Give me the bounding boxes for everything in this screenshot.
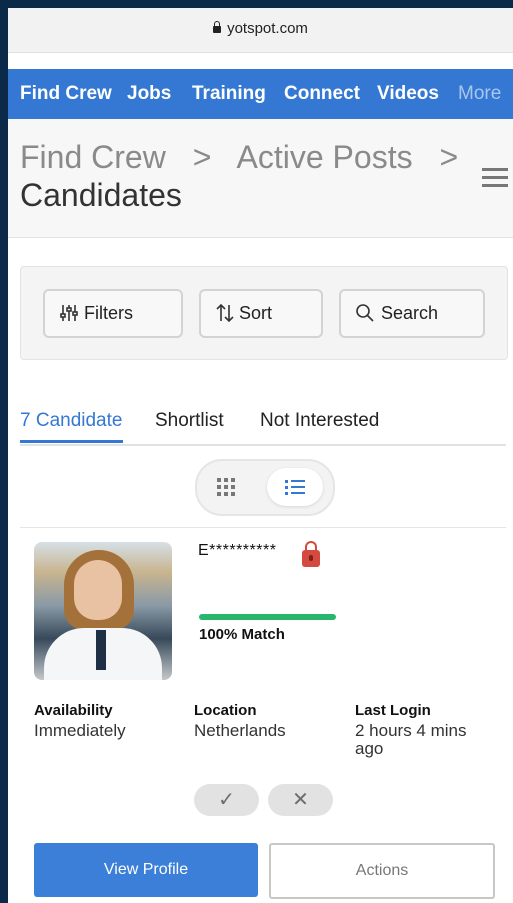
location-value: Netherlands (194, 721, 286, 740)
browser-address-bar[interactable]: yotspot.com (8, 8, 513, 53)
accept-button[interactable]: ✓ (194, 784, 259, 816)
sort-arrows-icon (216, 303, 234, 323)
tab-candidates[interactable]: 7 Candidate (20, 410, 122, 432)
sort-label: Sort (239, 303, 273, 323)
tab-not-interested[interactable]: Not Interested (260, 410, 379, 432)
page-title: Candidates (20, 177, 182, 213)
filters-button[interactable]: Filters (43, 289, 183, 338)
availability-label: Availability (34, 702, 113, 719)
last-login-line1: 2 hours 4 mins (355, 721, 467, 740)
nav-find-crew[interactable]: Find Crew (20, 83, 112, 105)
list-view-icon[interactable] (267, 468, 323, 506)
last-login-label: Last Login (355, 702, 431, 719)
active-tab-indicator (20, 440, 123, 443)
url-text: yotspot.com (227, 20, 308, 37)
search-icon (356, 304, 374, 322)
breadcrumb-find-crew[interactable]: Find Crew (20, 139, 166, 175)
close-icon: ✕ (292, 789, 309, 811)
reject-button[interactable]: ✕ (268, 784, 333, 816)
availability-value: Immediately (34, 721, 126, 740)
view-toggle (195, 459, 335, 516)
location-label: Location (194, 702, 257, 719)
check-icon: ✓ (218, 789, 235, 811)
tab-shortlist[interactable]: Shortlist (155, 410, 224, 432)
sort-button[interactable]: Sort (199, 289, 323, 338)
nav-jobs[interactable]: Jobs (127, 83, 171, 105)
breadcrumb-path: Find Crew > Active Posts > (20, 139, 458, 176)
url-display[interactable]: yotspot.com (8, 20, 513, 37)
hamburger-menu-icon[interactable] (482, 168, 508, 188)
nav-more[interactable]: More (458, 83, 501, 105)
filters-label: Filters (84, 303, 133, 323)
grid-view-icon[interactable] (211, 472, 241, 502)
nav-videos[interactable]: Videos (377, 83, 439, 105)
phone-screen: yotspot.com Find Crew Jobs Training Conn… (8, 8, 513, 903)
nav-training[interactable]: Training (192, 83, 266, 105)
breadcrumb-active-posts[interactable]: Active Posts (237, 139, 413, 175)
search-label: Search (381, 303, 439, 323)
lock-icon (302, 541, 320, 567)
match-percentage: 100% Match (199, 626, 285, 643)
candidate-name: E********** (198, 542, 277, 559)
match-progress-bar (199, 614, 336, 620)
last-login-value: 2 hours 4 mins ago (355, 722, 467, 758)
top-nav: Find Crew Jobs Training Connect Videos M… (8, 69, 513, 119)
filter-toolbar: Filters Sort Search (20, 266, 508, 360)
candidate-photo[interactable] (34, 542, 172, 680)
nav-connect[interactable]: Connect (284, 83, 360, 105)
breadcrumb: Find Crew > Active Posts > Candidates (8, 119, 513, 238)
search-button[interactable]: Search (339, 289, 485, 338)
breadcrumb-separator: > (439, 139, 459, 175)
candidate-tabs: 7 Candidate Shortlist Not Interested (20, 406, 506, 446)
divider (20, 527, 506, 528)
actions-button[interactable]: Actions (269, 843, 495, 899)
filters-icon (60, 305, 78, 321)
lock-icon (213, 21, 222, 33)
view-profile-button[interactable]: View Profile (34, 843, 258, 897)
last-login-line2: ago (355, 739, 384, 758)
breadcrumb-separator: > (192, 139, 212, 175)
